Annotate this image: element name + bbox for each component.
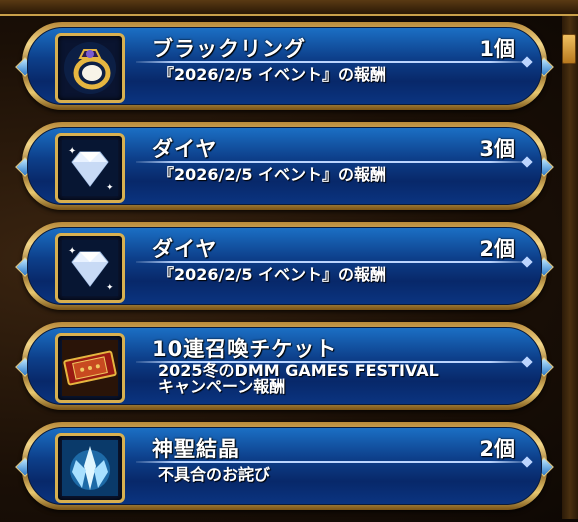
item-description: 『2026/2/5 イベント』の報酬 [158, 265, 387, 284]
summon-ticket-icon [55, 333, 125, 403]
item-description-line: キャンペーン報酬 [158, 377, 286, 396]
reward-item[interactable]: ✦ ✦ ダイヤ 2個 『2026/2/5 イベント』の報酬 [15, 222, 554, 310]
item-name: ダイヤ [152, 137, 218, 161]
svg-text:✦: ✦ [68, 146, 76, 157]
divider [136, 261, 529, 263]
item-quantity: 2個 [479, 437, 515, 461]
scrollbar-thumb[interactable] [562, 34, 576, 64]
reward-item[interactable]: 神聖結晶 2個 不具合のお詫び [15, 422, 554, 510]
item-description: 『2026/2/5 イベント』の報酬 [158, 65, 387, 84]
reward-item[interactable]: ✦ ✦ ダイヤ 3個 『2026/2/5 イベント』の報酬 [15, 122, 554, 210]
item-description: 不具合のお詫び [158, 465, 271, 484]
reward-item[interactable]: 10連召喚チケット 2025冬のDMM GAMES FESTIVAL キャンペー… [15, 322, 554, 410]
top-frame [0, 0, 578, 16]
item-name: ブラックリング [152, 37, 306, 61]
svg-text:✦: ✦ [106, 283, 114, 293]
divider [136, 61, 529, 63]
item-name: ダイヤ [152, 237, 218, 261]
item-name: 神聖結晶 [152, 437, 240, 461]
black-ring-icon [55, 33, 125, 103]
holy-crystal-icon [55, 433, 125, 503]
svg-text:✦: ✦ [106, 183, 114, 193]
item-quantity: 3個 [479, 137, 515, 161]
divider [136, 161, 529, 163]
reward-list: ブラックリング 1個 『2026/2/5 イベント』の報酬 ✦ ✦ ダイヤ 3個… [15, 22, 554, 522]
diamond-icon: ✦ ✦ [55, 133, 125, 203]
scrollbar[interactable] [562, 16, 578, 519]
item-quantity: 1個 [479, 37, 515, 61]
item-quantity: 2個 [479, 237, 515, 261]
reward-item[interactable]: ブラックリング 1個 『2026/2/5 イベント』の報酬 [15, 22, 554, 110]
diamond-icon: ✦ ✦ [55, 233, 125, 303]
item-name: 10連召喚チケット [152, 337, 338, 361]
item-description: 『2026/2/5 イベント』の報酬 [158, 165, 387, 184]
divider [136, 461, 529, 463]
item-description: 2025冬のDMM GAMES FESTIVAL キャンペーン報酬 [158, 363, 528, 395]
svg-text:✦: ✦ [68, 246, 76, 257]
